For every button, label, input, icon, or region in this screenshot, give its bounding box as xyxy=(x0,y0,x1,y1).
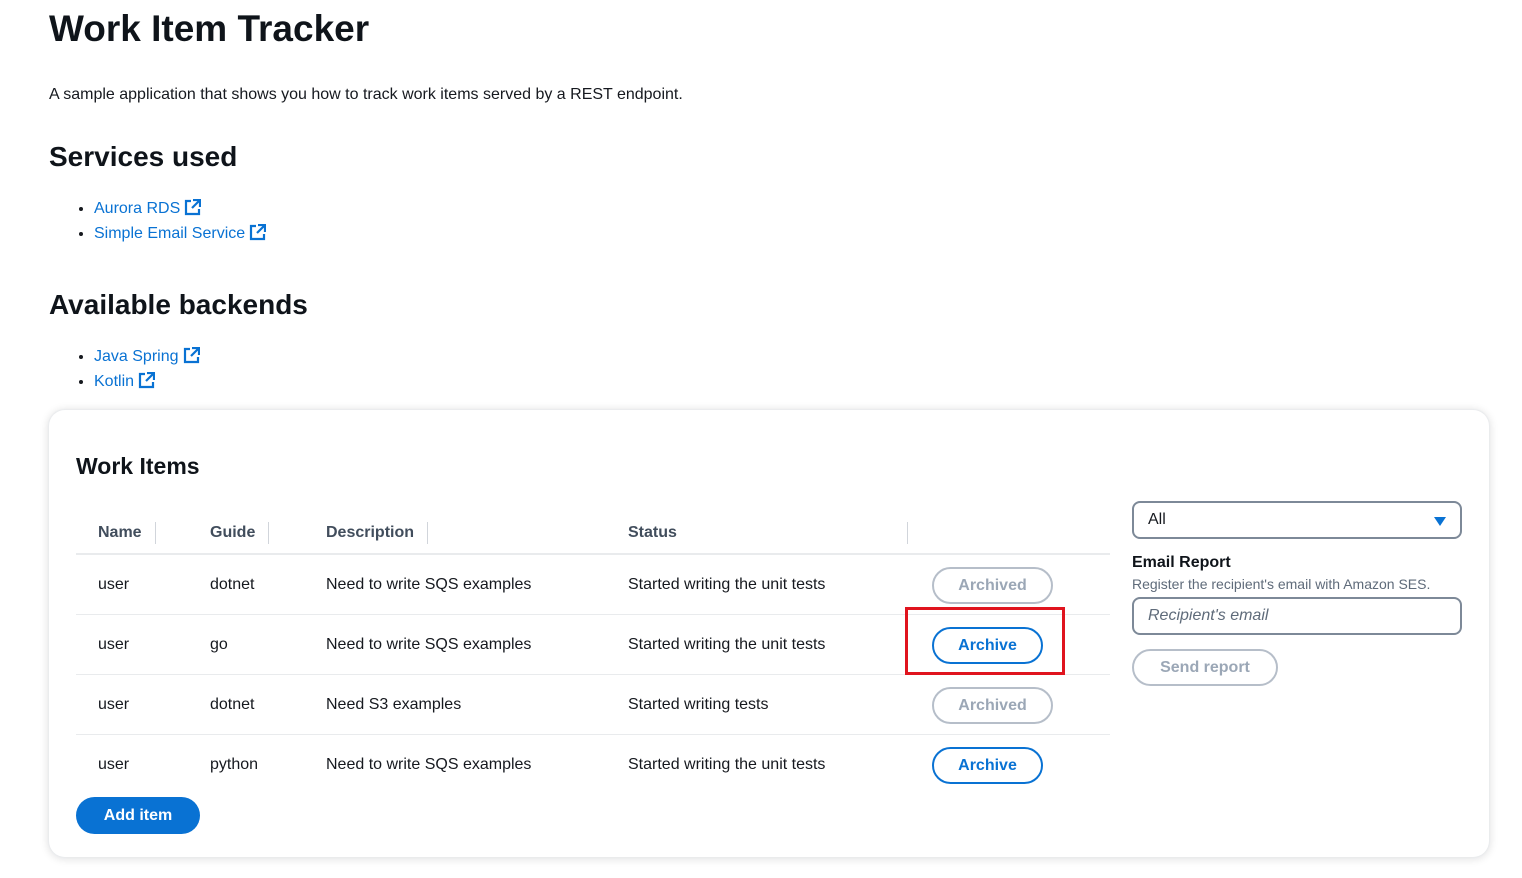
link-label: Java Spring xyxy=(94,348,179,365)
link-label: Simple Email Service xyxy=(94,225,246,242)
external-link-icon xyxy=(249,223,267,249)
simple-email-service-link[interactable]: Simple Email Service xyxy=(94,223,267,242)
archived-button: Archived xyxy=(932,687,1053,724)
archive-button[interactable]: Archive xyxy=(932,747,1043,784)
table-row: user python Need to write SQS examples S… xyxy=(76,735,1110,795)
cell-status: Started writing the unit tests xyxy=(628,636,826,653)
cell-description: Need S3 examples xyxy=(326,696,462,713)
table-row: user dotnet Need S3 examples Started wri… xyxy=(76,675,1110,735)
work-items-title: Work Items xyxy=(76,453,200,479)
report-panel: All Email Report Register the recipient'… xyxy=(1132,501,1462,686)
cell-name: user xyxy=(98,636,130,653)
external-link-icon xyxy=(138,371,156,397)
services-list: Aurora RDS Simple Email Service xyxy=(49,196,267,246)
cell-name: user xyxy=(98,756,130,773)
list-item: Java Spring xyxy=(94,344,200,369)
cell-status: Started writing tests xyxy=(628,696,769,713)
table-header: Name Guide Description Status xyxy=(76,510,1110,555)
highlight-box xyxy=(905,607,1065,675)
work-items-card: Work Items Name Guide Description Status… xyxy=(49,410,1489,857)
recipient-email-input[interactable] xyxy=(1132,597,1462,635)
kotlin-link[interactable]: Kotlin xyxy=(94,371,156,390)
aurora-rds-link[interactable]: Aurora RDS xyxy=(94,198,202,217)
column-header-guide[interactable]: Guide xyxy=(210,522,270,544)
services-heading: Services used xyxy=(49,141,238,172)
page-title: Work Item Tracker xyxy=(49,8,370,49)
cell-description: Need to write SQS examples xyxy=(326,636,532,653)
backends-heading: Available backends xyxy=(49,289,308,320)
link-label: Aurora RDS xyxy=(94,200,181,217)
cell-status: Started writing the unit tests xyxy=(628,756,826,773)
archived-button: Archived xyxy=(932,567,1053,604)
page-description: A sample application that shows you how … xyxy=(49,86,683,103)
cell-guide: dotnet xyxy=(210,576,255,593)
column-header-name[interactable]: Name xyxy=(98,522,156,544)
add-item-button[interactable]: Add item xyxy=(76,797,200,834)
cell-description: Need to write SQS examples xyxy=(326,576,532,593)
filter-select[interactable]: All xyxy=(1132,501,1462,539)
caret-down-icon xyxy=(1434,517,1446,526)
cell-status: Started writing the unit tests xyxy=(628,576,826,593)
cell-guide: go xyxy=(210,636,228,653)
external-link-icon xyxy=(183,346,200,372)
java-spring-link[interactable]: Java Spring xyxy=(94,346,200,365)
cell-description: Need to write SQS examples xyxy=(326,756,532,773)
page: Work Item Tracker A sample application t… xyxy=(0,0,1522,878)
list-item: Simple Email Service xyxy=(94,221,267,246)
column-header-status[interactable]: Status xyxy=(628,522,677,544)
list-item: Kotlin xyxy=(94,369,200,394)
table-row: user dotnet Need to write SQS examples S… xyxy=(76,555,1110,615)
cell-guide: dotnet xyxy=(210,696,255,713)
email-report-label: Email Report xyxy=(1132,554,1231,571)
column-header-description[interactable]: Description xyxy=(326,522,429,544)
filter-selected-value: All xyxy=(1148,511,1166,528)
cell-guide: python xyxy=(210,756,259,773)
cell-name: user xyxy=(98,696,130,713)
send-report-button[interactable]: Send report xyxy=(1132,649,1278,686)
cell-name: user xyxy=(98,576,130,593)
backends-list: Java Spring Kotlin xyxy=(49,344,200,394)
column-divider xyxy=(907,522,908,544)
list-item: Aurora RDS xyxy=(94,196,266,221)
link-label: Kotlin xyxy=(94,373,135,390)
email-report-hint: Register the recipient's email with Amaz… xyxy=(1132,576,1431,592)
